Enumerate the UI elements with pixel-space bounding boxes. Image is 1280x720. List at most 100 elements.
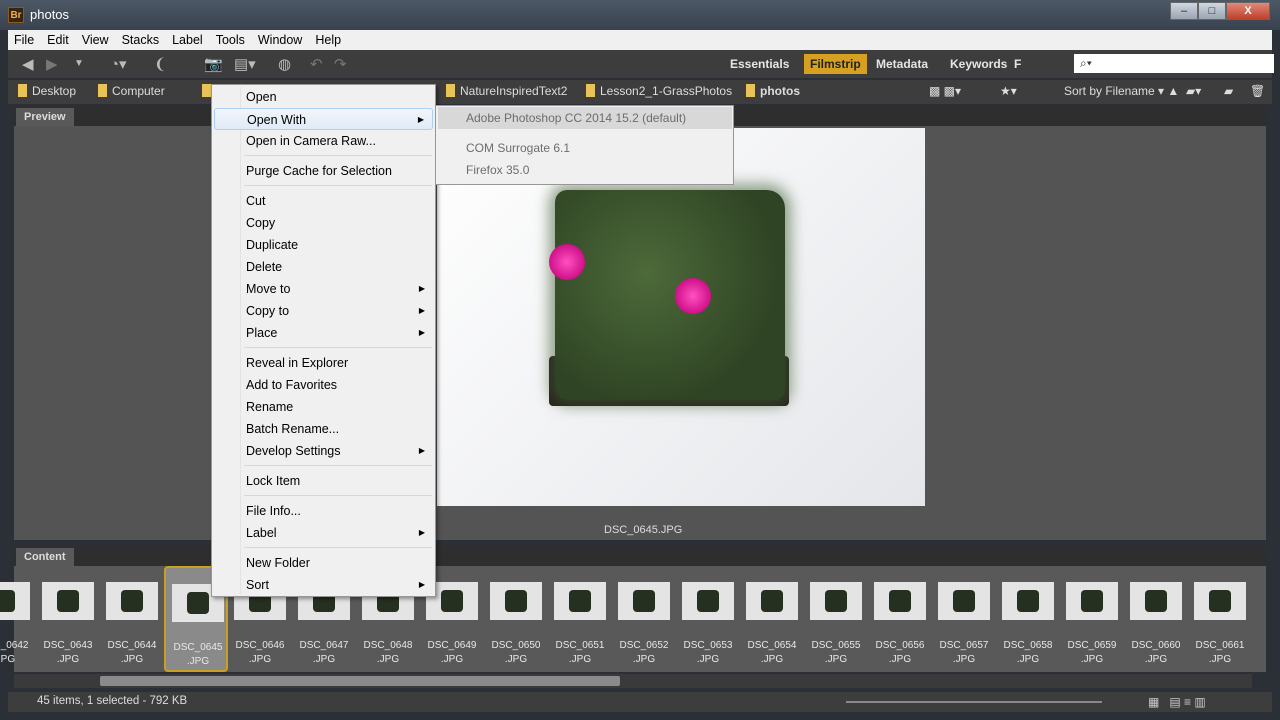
output-icon[interactable]: ◍ (278, 55, 291, 73)
thumbnail-quality-icon[interactable]: ▩ ▩▾ (929, 84, 961, 98)
thumbnail-name: DSC_0653 (683, 640, 733, 651)
context-item-open[interactable]: Open (214, 86, 433, 108)
thumbnail[interactable]: DSC_0644 .JPG (100, 566, 164, 672)
minimize-button[interactable]: – (1170, 2, 1198, 20)
context-item-copy[interactable]: Copy (214, 212, 433, 234)
thumbnail-size-slider[interactable] (846, 701, 1102, 703)
context-item-purge-cache-for-selection[interactable]: Purge Cache for Selection (214, 160, 433, 182)
workspace-metadata[interactable]: Metadata (870, 54, 934, 74)
context-item-open-in-camera-raw[interactable]: Open in Camera Raw... (214, 130, 433, 152)
close-button[interactable]: X (1226, 2, 1270, 20)
thumbnail[interactable]: DSC_0654 .JPG (740, 566, 804, 672)
breadcrumb-item[interactable]: Computer (98, 84, 165, 98)
menu-item-label: Batch Rename... (246, 422, 340, 436)
menu-item-label: Sort (246, 578, 269, 592)
tab-preview[interactable]: Preview (16, 108, 74, 126)
scrollbar-thumb[interactable] (100, 676, 620, 686)
menu-item-label: Add to Favorites (246, 378, 338, 392)
thumbnail-name: DSC_0650 (491, 640, 541, 651)
open-recent-folder-icon[interactable]: ▰▾ (1186, 84, 1201, 98)
thumbnail[interactable]: DSC_0651 .JPG (548, 566, 612, 672)
context-item-develop-settings[interactable]: Develop Settings ▶ (214, 440, 433, 462)
thumbnail-image (618, 582, 670, 620)
menu-tools[interactable]: Tools (216, 33, 245, 47)
menu-file[interactable]: File (14, 33, 34, 47)
context-item-open-with[interactable]: Open With ▶ (214, 108, 433, 130)
context-item-batch-rename[interactable]: Batch Rename... (214, 418, 433, 440)
preview-panel: DSC_0645.JPG (14, 126, 1266, 540)
menu-window[interactable]: Window (258, 33, 302, 47)
forward-icon[interactable]: ▶ (46, 55, 58, 73)
reveal-icon[interactable]: ◔▾ (110, 55, 127, 73)
workspace-keywords[interactable]: Keywords (944, 54, 1013, 74)
horizontal-scrollbar[interactable] (14, 674, 1252, 688)
breadcrumb-label: NatureInspiredText2 (460, 84, 568, 98)
context-item-label[interactable]: Label ▶ (214, 522, 433, 544)
thumbnail[interactable]: DSC_0660 .JPG (1124, 566, 1188, 672)
thumbnail[interactable]: DSC_0652 .JPG (612, 566, 676, 672)
context-item-file-info[interactable]: File Info... (214, 500, 433, 522)
rotate-right-icon[interactable]: ↷ (334, 55, 347, 73)
context-item-move-to[interactable]: Move to ▶ (214, 278, 433, 300)
thumbnail[interactable]: DSC_0657 .JPG (932, 566, 996, 672)
thumbnail-image (1130, 582, 1182, 620)
thumbnail[interactable]: DSC_0650 .JPG (484, 566, 548, 672)
workspace-filmstrip[interactable]: Filmstrip (804, 54, 867, 74)
menu-label[interactable]: Label (172, 33, 203, 47)
back-icon[interactable]: ◀ (22, 55, 34, 73)
star-filter-icon[interactable]: ★▾ (1000, 84, 1017, 98)
context-item-lock-item[interactable]: Lock Item (214, 470, 433, 492)
thumbnail[interactable]: DSC_0661 .JPG (1188, 566, 1252, 672)
breadcrumb-item[interactable]: Lesson2_1-GrassPhotos (586, 84, 732, 98)
thumbnail-ext: .JPG (120, 654, 144, 665)
breadcrumb-item[interactable]: Desktop (18, 84, 76, 98)
thumbnail[interactable]: DSC_0658 .JPG (996, 566, 1060, 672)
rotate-left-icon[interactable]: ↶ (310, 55, 323, 73)
thumbnail[interactable]: DSC_0659 .JPG (1060, 566, 1124, 672)
thumbnail[interactable]: DSC_0655 .JPG (804, 566, 868, 672)
thumbnail-name: DSC_0647 (299, 640, 349, 651)
thumbnail[interactable]: DSC_0642 .JPG (0, 566, 36, 672)
camera-icon[interactable]: 📷 (204, 55, 223, 73)
refine-icon[interactable]: ▤▾ (234, 55, 256, 73)
context-item-delete[interactable]: Delete (214, 256, 433, 278)
thumbnail-ext: .JPG (56, 654, 80, 665)
menu-view[interactable]: View (82, 33, 109, 47)
context-item-place[interactable]: Place ▶ (214, 322, 433, 344)
context-item-copy-to[interactable]: Copy to ▶ (214, 300, 433, 322)
open-with-app[interactable]: COM Surrogate 6.1 (438, 137, 732, 159)
breadcrumb-item[interactable]: NatureInspiredText2 (446, 84, 567, 98)
menu-separator (244, 547, 432, 548)
delete-icon[interactable]: 🗑 (1250, 84, 1265, 98)
view-mode-icons[interactable]: ▦ ▤ ≡ ▥ (1148, 695, 1206, 709)
context-item-cut[interactable]: Cut (214, 190, 433, 212)
search-input[interactable]: ⌕▾ (1074, 54, 1274, 73)
context-item-sort[interactable]: Sort ▶ (214, 574, 433, 596)
tab-content[interactable]: Content (16, 548, 74, 566)
menu-help[interactable]: Help (315, 33, 341, 47)
thumbnail-ext: .JPG (248, 654, 272, 665)
recent-dropdown-icon[interactable]: ▼ (74, 58, 84, 69)
open-with-app[interactable]: Firefox 35.0 (438, 159, 732, 181)
thumbnail[interactable]: DSC_0643 .JPG (36, 566, 100, 672)
menu-item-label: Rename (246, 400, 294, 414)
maximize-button[interactable]: □ (1198, 2, 1226, 20)
thumbnail-ext: .JPG (568, 654, 592, 665)
breadcrumb-item[interactable]: photos (746, 84, 800, 98)
context-item-reveal-in-explorer[interactable]: Reveal in Explorer (214, 352, 433, 374)
menu-item-label: Move to (246, 282, 291, 296)
context-item-duplicate[interactable]: Duplicate (214, 234, 433, 256)
context-item-rename[interactable]: Rename (214, 396, 433, 418)
thumbnail[interactable]: DSC_0653 .JPG (676, 566, 740, 672)
context-item-new-folder[interactable]: New Folder (214, 552, 433, 574)
menu-edit[interactable]: Edit (47, 33, 69, 47)
workspace-f[interactable]: F (1008, 54, 1027, 74)
sort-dropdown[interactable]: Sort by Filename ▾ ▲ (1064, 84, 1179, 98)
new-folder-icon[interactable]: ▰ (1224, 84, 1233, 98)
thumbnail[interactable]: DSC_0656 .JPG (868, 566, 932, 672)
workspace-essentials[interactable]: Essentials (724, 54, 795, 74)
open-with-app[interactable]: Adobe Photoshop CC 2014 15.2 (default) (438, 107, 732, 129)
menu-stacks[interactable]: Stacks (122, 33, 160, 47)
boomerang-icon[interactable]: ❨ (154, 55, 167, 73)
context-item-add-to-favorites[interactable]: Add to Favorites (214, 374, 433, 396)
